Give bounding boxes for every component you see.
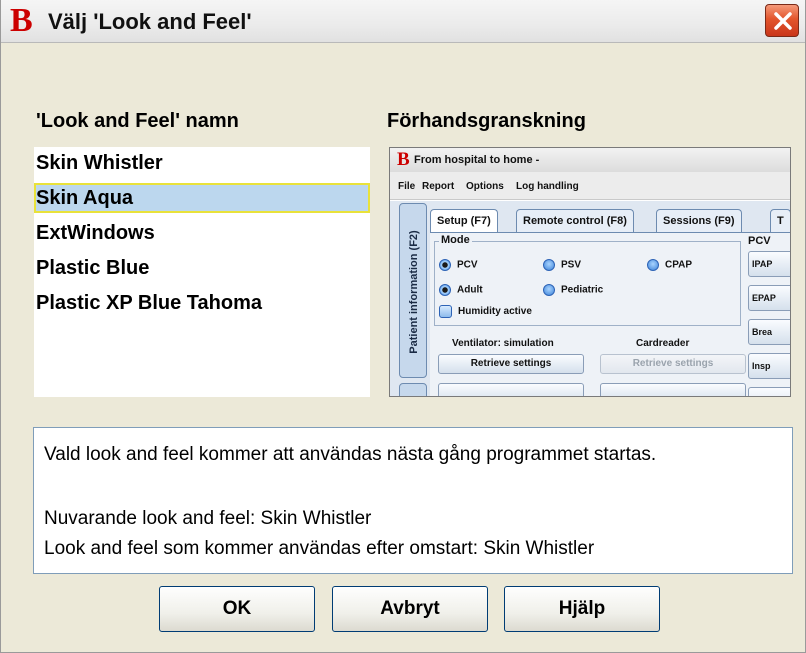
- preview-ventilator-label: Ventilator: simulation: [452, 338, 554, 349]
- preview-extra-button-2: [600, 383, 746, 396]
- radio-on-icon: [439, 259, 451, 271]
- title-bar[interactable]: B Välj 'Look and Feel': [1, 0, 805, 43]
- preview-checkbox-label: Humidity active: [458, 306, 532, 318]
- preview-menu-bar: File Report Options Log handling: [390, 172, 790, 200]
- list-item-plastic-xp-blue-tahoma[interactable]: Plastic XP Blue Tahoma: [34, 288, 370, 318]
- preview-radio-pediatric: Pediatric: [543, 284, 603, 297]
- preview-mode-legend: Mode: [439, 234, 472, 246]
- preview-radio-adult-label: Adult: [457, 284, 483, 296]
- preview-heading: Förhandsgranskning: [387, 110, 586, 132]
- preview-extra-button: [438, 383, 584, 396]
- app-logo: B: [10, 2, 33, 39]
- preview-image: B From hospital to home - File Report Op…: [389, 147, 791, 397]
- preview-right-button-insp: Insp: [748, 353, 790, 379]
- preview-menu-file: File: [398, 181, 416, 192]
- list-item-plastic-blue[interactable]: Plastic Blue: [34, 253, 370, 283]
- list-item-extwindows[interactable]: ExtWindows: [34, 218, 370, 248]
- preview-checkbox-humidity: Humidity active: [439, 305, 532, 318]
- preview-radio-adult: Adult: [439, 284, 483, 297]
- info-line-1: Vald look and feel kommer att användas n…: [44, 444, 657, 465]
- preview-logo: B: [397, 149, 410, 170]
- checkbox-icon: [439, 305, 452, 318]
- preview-vertical-tab-2: [399, 383, 427, 396]
- look-and-feel-list[interactable]: Skin Whistler Skin Aqua ExtWindows Plast…: [34, 147, 370, 397]
- list-item-skin-whistler[interactable]: Skin Whistler: [34, 148, 370, 178]
- info-text-area: Vald look and feel kommer att användas n…: [33, 427, 793, 574]
- preview-right-button-brea: Brea: [748, 319, 790, 345]
- preview-title-bar: B From hospital to home -: [390, 148, 790, 172]
- preview-radio-cpap: CPAP: [647, 259, 692, 272]
- names-heading: 'Look and Feel' namn: [36, 110, 239, 132]
- preview-radio-pediatric-label: Pediatric: [561, 284, 604, 296]
- preview-retrieve-button: Retrieve settings: [438, 354, 584, 374]
- preview-tab-t: T: [770, 209, 790, 233]
- window-title: Välj 'Look and Feel': [48, 9, 252, 34]
- preview-radio-psv: PSV: [543, 259, 581, 272]
- preview-menu-report: Report: [422, 181, 455, 192]
- preview-menu-options: Options: [466, 181, 504, 192]
- info-line-3: Look and feel som kommer användas efter …: [44, 538, 595, 559]
- preview-tab-sessions: Sessions (F9): [656, 209, 742, 233]
- preview-vertical-tab: Patient information (F2): [399, 203, 427, 378]
- preview-right-button-insp-2: Insp: [748, 387, 790, 396]
- radio-off-icon: [647, 259, 659, 271]
- preview-tab-setup: Setup (F7): [430, 209, 498, 233]
- ok-button[interactable]: OK: [159, 586, 315, 632]
- preview-cardreader-label: Cardreader: [636, 338, 690, 349]
- close-button[interactable]: [765, 4, 799, 37]
- preview-mode-group: Mode PCV PSV CPAP Adult Pediatric Humidi…: [434, 234, 741, 326]
- close-icon: [774, 12, 792, 30]
- info-line-2: Nuvarande look and feel: Skin Whistler: [44, 508, 372, 529]
- preview-right-panel: PCV IPAP EPAP Brea Insp Insp: [746, 233, 790, 396]
- look-and-feel-dialog: B Välj 'Look and Feel' 'Look and Feel' n…: [0, 0, 806, 653]
- list-item-skin-aqua[interactable]: Skin Aqua: [34, 183, 370, 213]
- cancel-button[interactable]: Avbryt: [332, 586, 488, 632]
- preview-right-button-ipap: IPAP: [748, 251, 790, 277]
- preview-radio-pcv-label: PCV: [457, 259, 478, 271]
- radio-off-icon: [543, 284, 555, 296]
- preview-radio-pcv: PCV: [439, 259, 478, 272]
- preview-radio-cpap-label: CPAP: [665, 259, 693, 271]
- preview-right-header: PCV: [748, 235, 771, 247]
- preview-radio-psv-label: PSV: [561, 259, 582, 271]
- preview-body: Patient information (F2) Setup (F7) Remo…: [390, 201, 790, 396]
- preview-vertical-tab-label: Patient information (F2): [408, 230, 420, 354]
- preview-right-button-epap: EPAP: [748, 285, 790, 311]
- radio-off-icon: [543, 259, 555, 271]
- preview-setup-panel: Mode PCV PSV CPAP Adult Pediatric Humidi…: [430, 232, 790, 396]
- preview-window-title: From hospital to home -: [414, 154, 540, 166]
- help-button[interactable]: Hjälp: [504, 586, 660, 632]
- preview-menu-log-handling: Log handling: [516, 181, 579, 192]
- preview-tab-remote-control: Remote control (F8): [516, 209, 634, 233]
- preview-retrieve-button-disabled: Retrieve settings: [600, 354, 746, 374]
- radio-on-icon: [439, 284, 451, 296]
